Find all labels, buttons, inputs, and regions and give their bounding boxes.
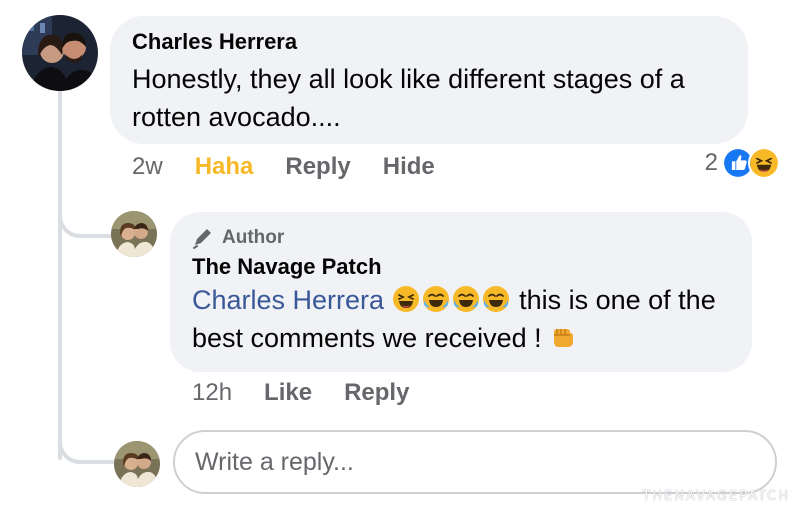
tears-of-joy-emoji (452, 286, 479, 312)
tears-of-joy-emoji (482, 286, 509, 312)
reply-bubble: Author The Navage Patch Charles Herrera (170, 212, 752, 372)
comment-thread: Charles Herrera Honestly, they all look … (0, 0, 800, 518)
comment-timestamp[interactable]: 2w (132, 153, 163, 181)
author-badge-label: Author (222, 227, 285, 248)
haha-reaction-button[interactable]: Haha (195, 153, 254, 181)
thread-branch (58, 434, 114, 464)
hide-button[interactable]: Hide (383, 153, 435, 181)
haha-icon (748, 147, 780, 179)
avatar[interactable] (111, 211, 157, 257)
comment-bubble: Charles Herrera Honestly, they all look … (110, 16, 748, 144)
like-button[interactable]: Like (264, 379, 312, 407)
mention-link[interactable]: Charles Herrera (192, 285, 384, 315)
comment-text: Honestly, they all look like different s… (132, 64, 685, 132)
laughing-emoji (392, 286, 419, 312)
reply-author-name[interactable]: The Navage Patch (192, 253, 730, 281)
avatar[interactable] (22, 15, 98, 91)
reply-button[interactable]: Reply (344, 379, 409, 407)
thread-line (58, 88, 62, 460)
reply-actions: 12h Like Reply (192, 379, 441, 407)
author-badge: Author (192, 225, 730, 251)
reply-timestamp[interactable]: 12h (192, 379, 232, 407)
reaction-count: 2 (704, 149, 718, 176)
watermark: THENAVAGEPATCH (642, 489, 790, 504)
oncoming-fist-emoji (554, 329, 574, 347)
current-user-avatar (114, 441, 160, 487)
reply-text-block: Charles Herrera this is one of the best … (192, 281, 730, 357)
tears-of-joy-emoji (422, 286, 449, 312)
comment-author-name[interactable]: Charles Herrera (132, 28, 726, 56)
pencil-icon (193, 229, 211, 249)
comment-actions: 2w Haha Reply Hide (132, 153, 467, 181)
thread-branch (58, 208, 114, 238)
reply-button[interactable]: Reply (285, 153, 350, 181)
reply-input[interactable] (173, 430, 777, 494)
reaction-summary[interactable]: 2 (705, 147, 780, 179)
